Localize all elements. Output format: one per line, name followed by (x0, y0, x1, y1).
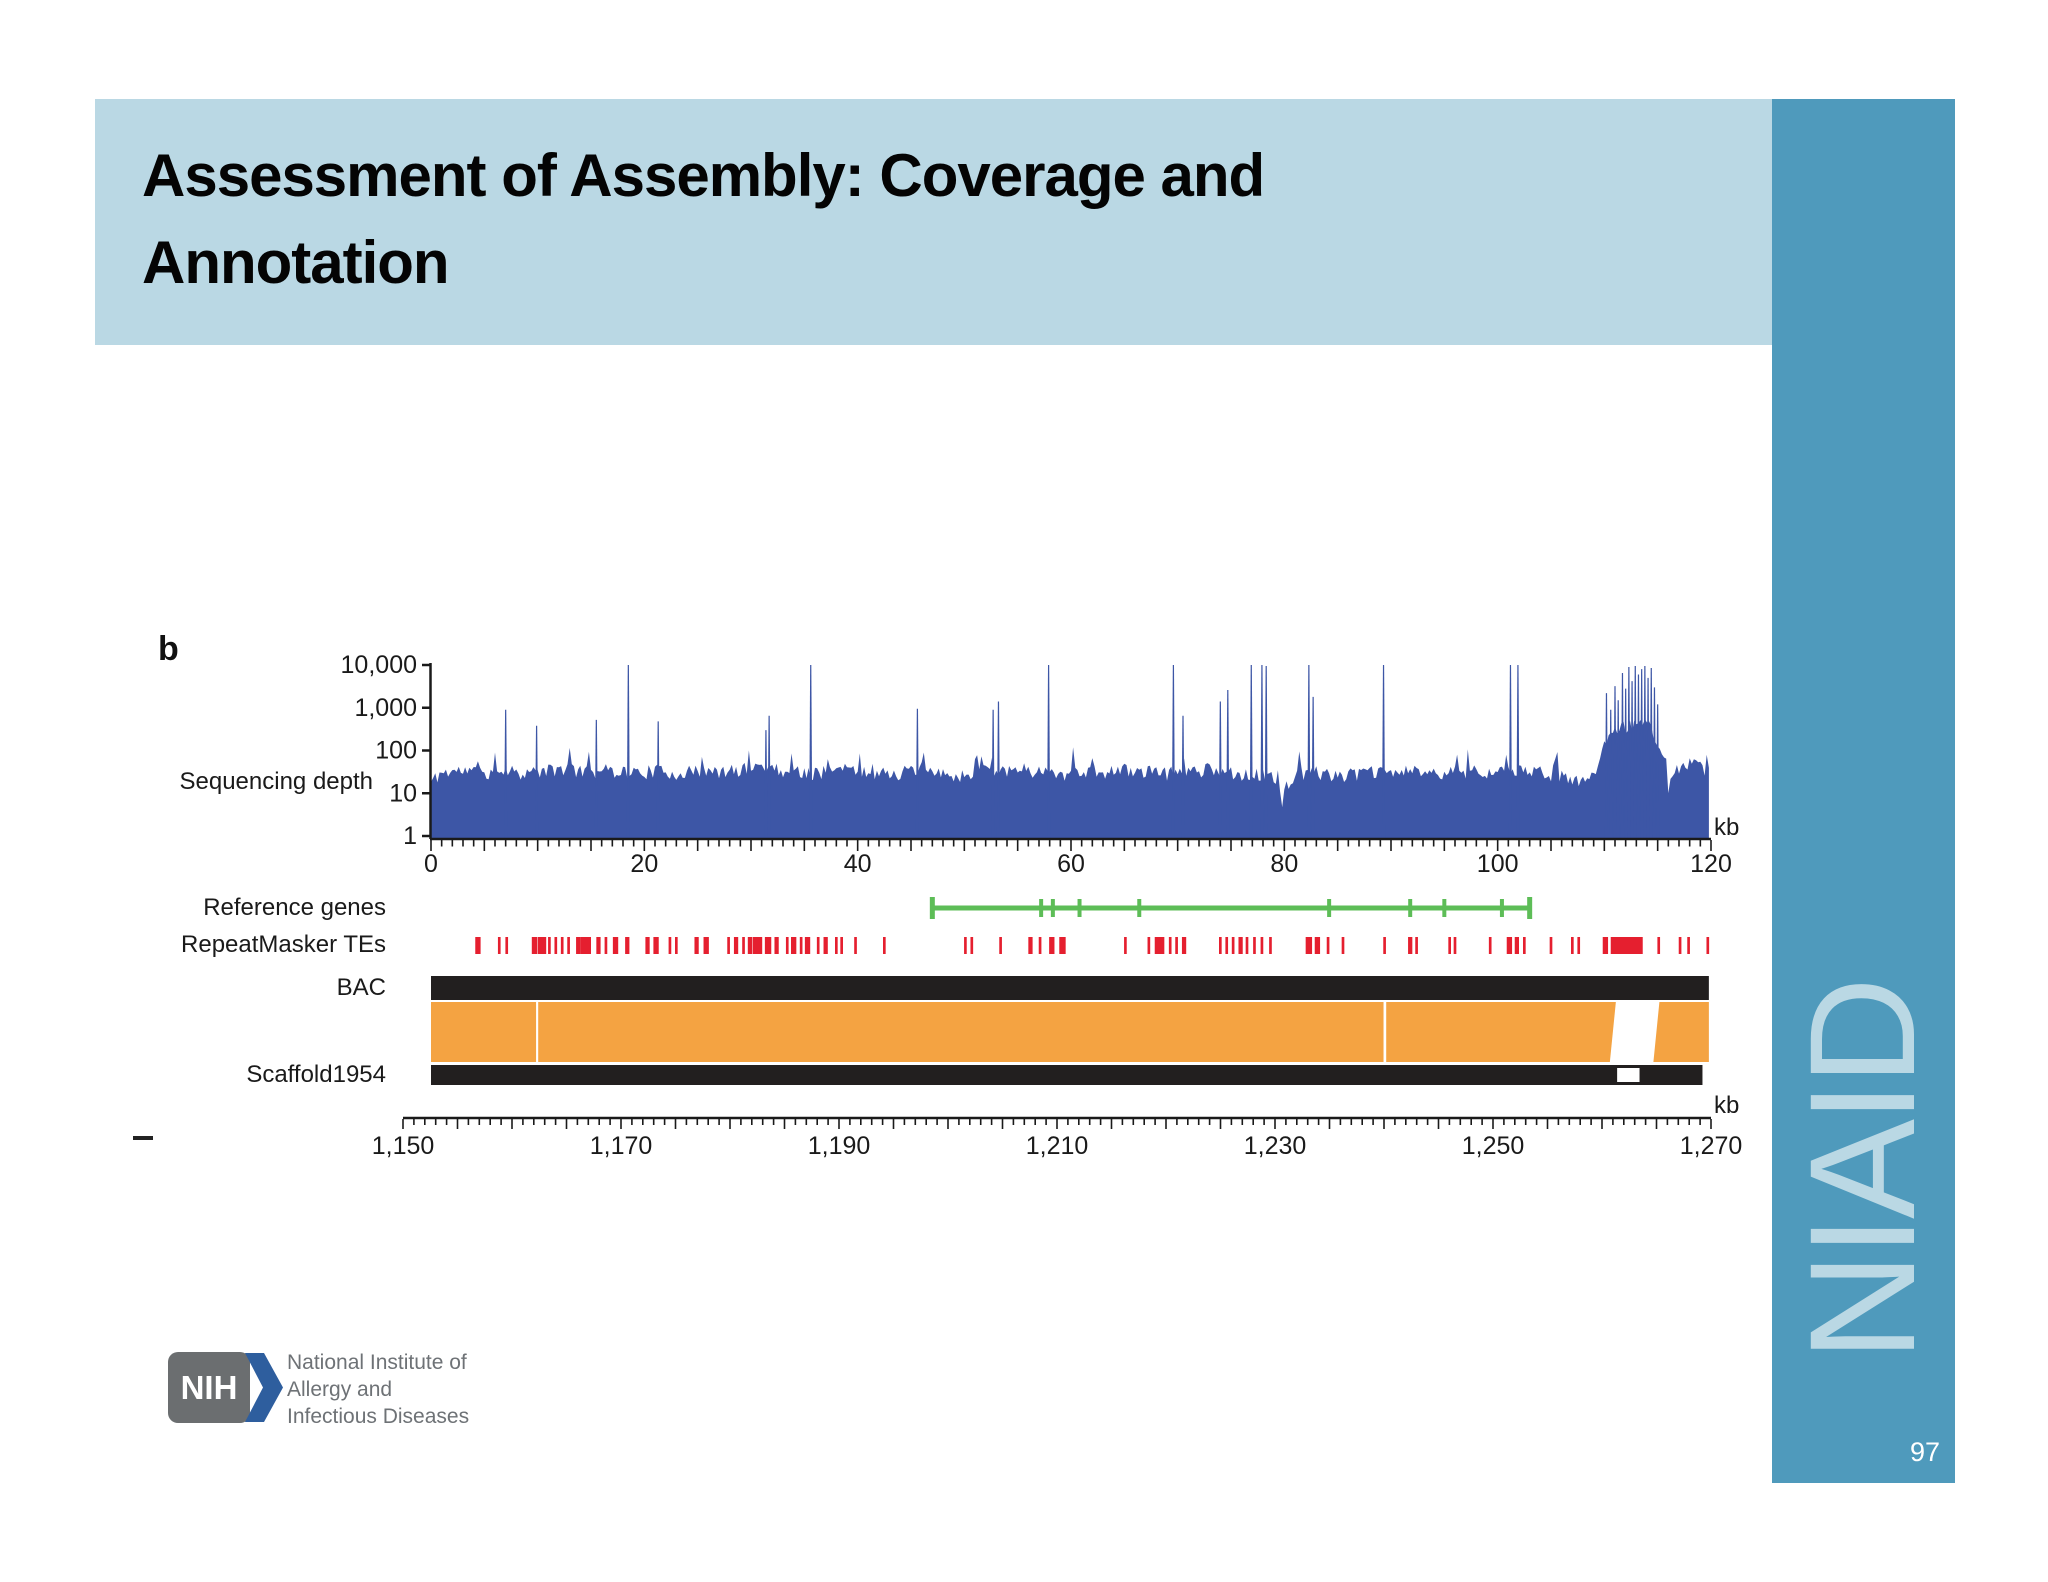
nih-name-line2: Allergy and (287, 1378, 393, 1401)
svg-text:1,230: 1,230 (1244, 1132, 1307, 1160)
coverage-figure: 10,000 1,000 100 10 10 20 40 60 80 100 120 1,150 1,1… (341, 651, 1743, 1160)
svg-text:20: 20 (630, 850, 658, 878)
svg-text:60: 60 (1057, 850, 1085, 878)
svg-text:100: 100 (375, 737, 417, 765)
svg-text:1,210: 1,210 (1026, 1132, 1089, 1160)
svg-text:120: 120 (1690, 850, 1732, 878)
svg-text:10,000: 10,000 (341, 651, 417, 679)
svg-text:40: 40 (844, 850, 872, 878)
svg-text:1,190: 1,190 (808, 1132, 871, 1160)
svg-text:0: 0 (424, 850, 438, 878)
svg-text:1,000: 1,000 (354, 694, 417, 722)
nih-name-line3: Infectious Diseases (287, 1405, 470, 1428)
slide: Assessment of Assembly: Coverage and Ann… (0, 0, 2048, 1582)
nih-logo-text: NIH (180, 1368, 238, 1406)
svg-text:10: 10 (389, 779, 417, 807)
svg-text:1,150: 1,150 (372, 1132, 435, 1160)
nih-name-line1: National Institute of (287, 1351, 467, 1374)
svg-text:1,170: 1,170 (590, 1132, 653, 1160)
svg-text:1,250: 1,250 (1462, 1132, 1525, 1160)
svg-text:1,270: 1,270 (1680, 1132, 1743, 1160)
nih-logo-box: NIH (168, 1352, 250, 1423)
svg-text:80: 80 (1270, 850, 1298, 878)
nih-institute-name: National Institute of Allergy and Infect… (287, 1349, 469, 1430)
svg-text:100: 100 (1477, 850, 1519, 878)
svg-text:1: 1 (403, 822, 417, 850)
nih-chevron-icon (245, 1353, 283, 1422)
